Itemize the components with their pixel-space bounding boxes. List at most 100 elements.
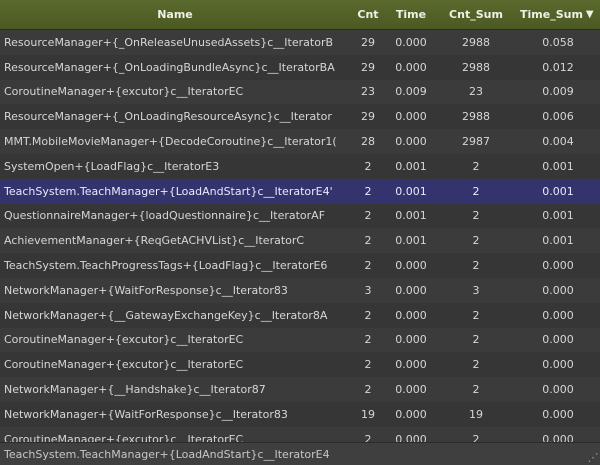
table-row[interactable]: NetworkManager+{WaitForResponse}c__Itera… bbox=[0, 401, 600, 427]
table-row[interactable]: TeachSystem.TeachProgressTags+{LoadFlag}… bbox=[0, 253, 600, 278]
row-name: ResourceManager+{_OnReleaseUnusedAssets}… bbox=[4, 35, 334, 49]
row-name: CoroutineManager+{excutor}c__IteratorEC bbox=[4, 358, 244, 372]
table-row[interactable]: CoroutineManager+{excutor}c__IteratorEC … bbox=[0, 426, 600, 442]
row-name: MMT.MobileMovieManager+{DecodeCoroutine}… bbox=[4, 135, 337, 149]
row-time-sum: 0.004 bbox=[542, 135, 574, 149]
header-time-sum[interactable]: Time_Sum ▼ bbox=[516, 0, 600, 29]
row-time: 0.000 bbox=[395, 308, 427, 322]
row-time: 0.000 bbox=[395, 110, 427, 124]
row-time-sum: 0.001 bbox=[542, 184, 574, 198]
table-row[interactable]: SystemOpen+{LoadFlag}c__IteratorE3 2 0.0… bbox=[0, 153, 600, 179]
row-name: NetworkManager+{__GatewayExchangeKey}c__… bbox=[4, 308, 328, 322]
row-cnt: 2 bbox=[364, 358, 372, 372]
table-row[interactable]: AchievementManager+{ReqGetACHVList}c__It… bbox=[0, 228, 600, 254]
row-cnt: 2 bbox=[364, 159, 372, 173]
header-cnt-sum-label: Cnt_Sum bbox=[449, 8, 503, 21]
row-name: CoroutineManager+{excutor}c__IteratorEC bbox=[4, 85, 244, 99]
row-time: 0.000 bbox=[395, 35, 427, 49]
row-time: 0.000 bbox=[395, 135, 427, 149]
table-row[interactable]: NetworkManager+{__GatewayExchangeKey}c__… bbox=[0, 302, 600, 328]
table-row[interactable]: QuestionnaireManager+{loadQuestionnaire}… bbox=[0, 203, 600, 229]
table-row[interactable]: NetworkManager+{__Handshake}c__Iterator8… bbox=[0, 377, 600, 402]
header-cnt[interactable]: Cnt bbox=[350, 0, 386, 29]
row-cnt-sum: 2988 bbox=[462, 35, 490, 49]
table-row[interactable]: TeachSystem.TeachManager+{LoadAndStart}c… bbox=[0, 178, 600, 204]
row-time: 0.001 bbox=[395, 234, 427, 248]
row-name: CoroutineManager+{excutor}c__IteratorEC bbox=[4, 333, 244, 347]
row-cnt: 2 bbox=[364, 209, 372, 223]
row-time: 0.009 bbox=[395, 85, 427, 99]
row-time-sum: 0.009 bbox=[542, 85, 574, 99]
row-cnt: 29 bbox=[361, 60, 375, 74]
row-cnt-sum: 2 bbox=[472, 234, 480, 248]
table-row[interactable]: NetworkManager+{WaitForResponse}c__Itera… bbox=[0, 277, 600, 303]
row-time-sum: 0.000 bbox=[542, 358, 574, 372]
row-cnt-sum: 2 bbox=[472, 333, 480, 347]
row-name: TeachSystem.TeachManager+{LoadAndStart}c… bbox=[4, 184, 333, 198]
row-cnt-sum: 2 bbox=[472, 432, 480, 442]
table-row[interactable]: CoroutineManager+{excutor}c__IteratorEC … bbox=[0, 327, 600, 353]
row-cnt-sum: 2 bbox=[472, 358, 480, 372]
row-time-sum: 0.000 bbox=[542, 333, 574, 347]
row-time-sum: 0.012 bbox=[542, 60, 574, 74]
row-cnt-sum: 2988 bbox=[462, 60, 490, 74]
row-time-sum: 0.000 bbox=[542, 283, 574, 297]
row-time: 0.000 bbox=[395, 407, 427, 421]
row-cnt-sum: 23 bbox=[469, 85, 483, 99]
row-time: 0.000 bbox=[395, 283, 427, 297]
table-row[interactable]: ResourceManager+{_OnLoadingResourceAsync… bbox=[0, 104, 600, 130]
header-name[interactable]: Name bbox=[0, 0, 350, 29]
row-cnt-sum: 2 bbox=[472, 383, 480, 397]
row-cnt: 2 bbox=[364, 184, 372, 198]
row-cnt-sum: 2 bbox=[472, 308, 480, 322]
coroutine-profiler-panel: Name Cnt Time Cnt_Sum Time_Sum ▼ Resourc… bbox=[0, 0, 600, 465]
row-time-sum: 0.006 bbox=[542, 110, 574, 124]
row-time: 0.000 bbox=[395, 259, 427, 273]
row-time-sum: 0.000 bbox=[542, 259, 574, 273]
table-body: ResourceManager+{_OnReleaseUnusedAssets}… bbox=[0, 30, 600, 442]
row-name: SystemOpen+{LoadFlag}c__IteratorE3 bbox=[4, 159, 220, 173]
status-bar: TeachSystem.TeachManager+{LoadAndStart}c… bbox=[0, 442, 600, 465]
row-time-sum: 0.001 bbox=[542, 209, 574, 223]
row-cnt: 2 bbox=[364, 259, 372, 273]
header-name-label: Name bbox=[157, 8, 193, 21]
row-name: AchievementManager+{ReqGetACHVList}c__It… bbox=[4, 234, 305, 248]
row-time: 0.001 bbox=[395, 184, 427, 198]
table-row[interactable]: CoroutineManager+{excutor}c__IteratorEC … bbox=[0, 79, 600, 105]
row-cnt: 29 bbox=[361, 110, 375, 124]
row-name: ResourceManager+{_OnLoadingBundleAsync}c… bbox=[4, 60, 335, 74]
row-cnt: 23 bbox=[361, 85, 375, 99]
row-cnt-sum: 2 bbox=[472, 259, 480, 273]
header-time[interactable]: Time bbox=[386, 0, 436, 29]
row-cnt-sum: 2 bbox=[472, 209, 480, 223]
row-name: ResourceManager+{_OnLoadingResourceAsync… bbox=[4, 110, 332, 124]
row-time-sum: 0.001 bbox=[542, 234, 574, 248]
table-row[interactable]: ResourceManager+{_OnLoadingBundleAsync}c… bbox=[0, 54, 600, 80]
resize-grip-icon[interactable]: ⋰ bbox=[587, 452, 599, 464]
row-name: NetworkManager+{WaitForResponse}c__Itera… bbox=[4, 407, 288, 421]
row-name: TeachSystem.TeachProgressTags+{LoadFlag}… bbox=[4, 259, 328, 273]
row-time-sum: 0.000 bbox=[542, 383, 574, 397]
row-time: 0.001 bbox=[395, 209, 427, 223]
header-cnt-sum[interactable]: Cnt_Sum bbox=[436, 0, 516, 29]
row-time-sum: 0.001 bbox=[542, 159, 574, 173]
row-time: 0.000 bbox=[395, 383, 427, 397]
row-time: 0.000 bbox=[395, 432, 427, 442]
row-name: CoroutineManager+{excutor}c__IteratorEC bbox=[4, 432, 244, 442]
row-name: NetworkManager+{__Handshake}c__Iterator8… bbox=[4, 383, 266, 397]
table-row[interactable]: ResourceManager+{_OnReleaseUnusedAssets}… bbox=[0, 30, 600, 55]
row-cnt: 2 bbox=[364, 383, 372, 397]
row-cnt: 19 bbox=[361, 407, 375, 421]
row-time: 0.001 bbox=[395, 159, 427, 173]
row-cnt: 28 bbox=[361, 135, 375, 149]
row-time: 0.000 bbox=[395, 333, 427, 347]
row-cnt-sum: 2987 bbox=[462, 135, 490, 149]
row-cnt-sum: 2988 bbox=[462, 110, 490, 124]
row-cnt: 2 bbox=[364, 234, 372, 248]
table-row[interactable]: CoroutineManager+{excutor}c__IteratorEC … bbox=[0, 352, 600, 378]
row-time: 0.000 bbox=[395, 358, 427, 372]
table-row[interactable]: MMT.MobileMovieManager+{DecodeCoroutine}… bbox=[0, 129, 600, 154]
header-time-sum-label: Time_Sum bbox=[520, 8, 583, 21]
row-time-sum: 0.058 bbox=[542, 35, 574, 49]
header-time-label: Time bbox=[395, 8, 427, 21]
